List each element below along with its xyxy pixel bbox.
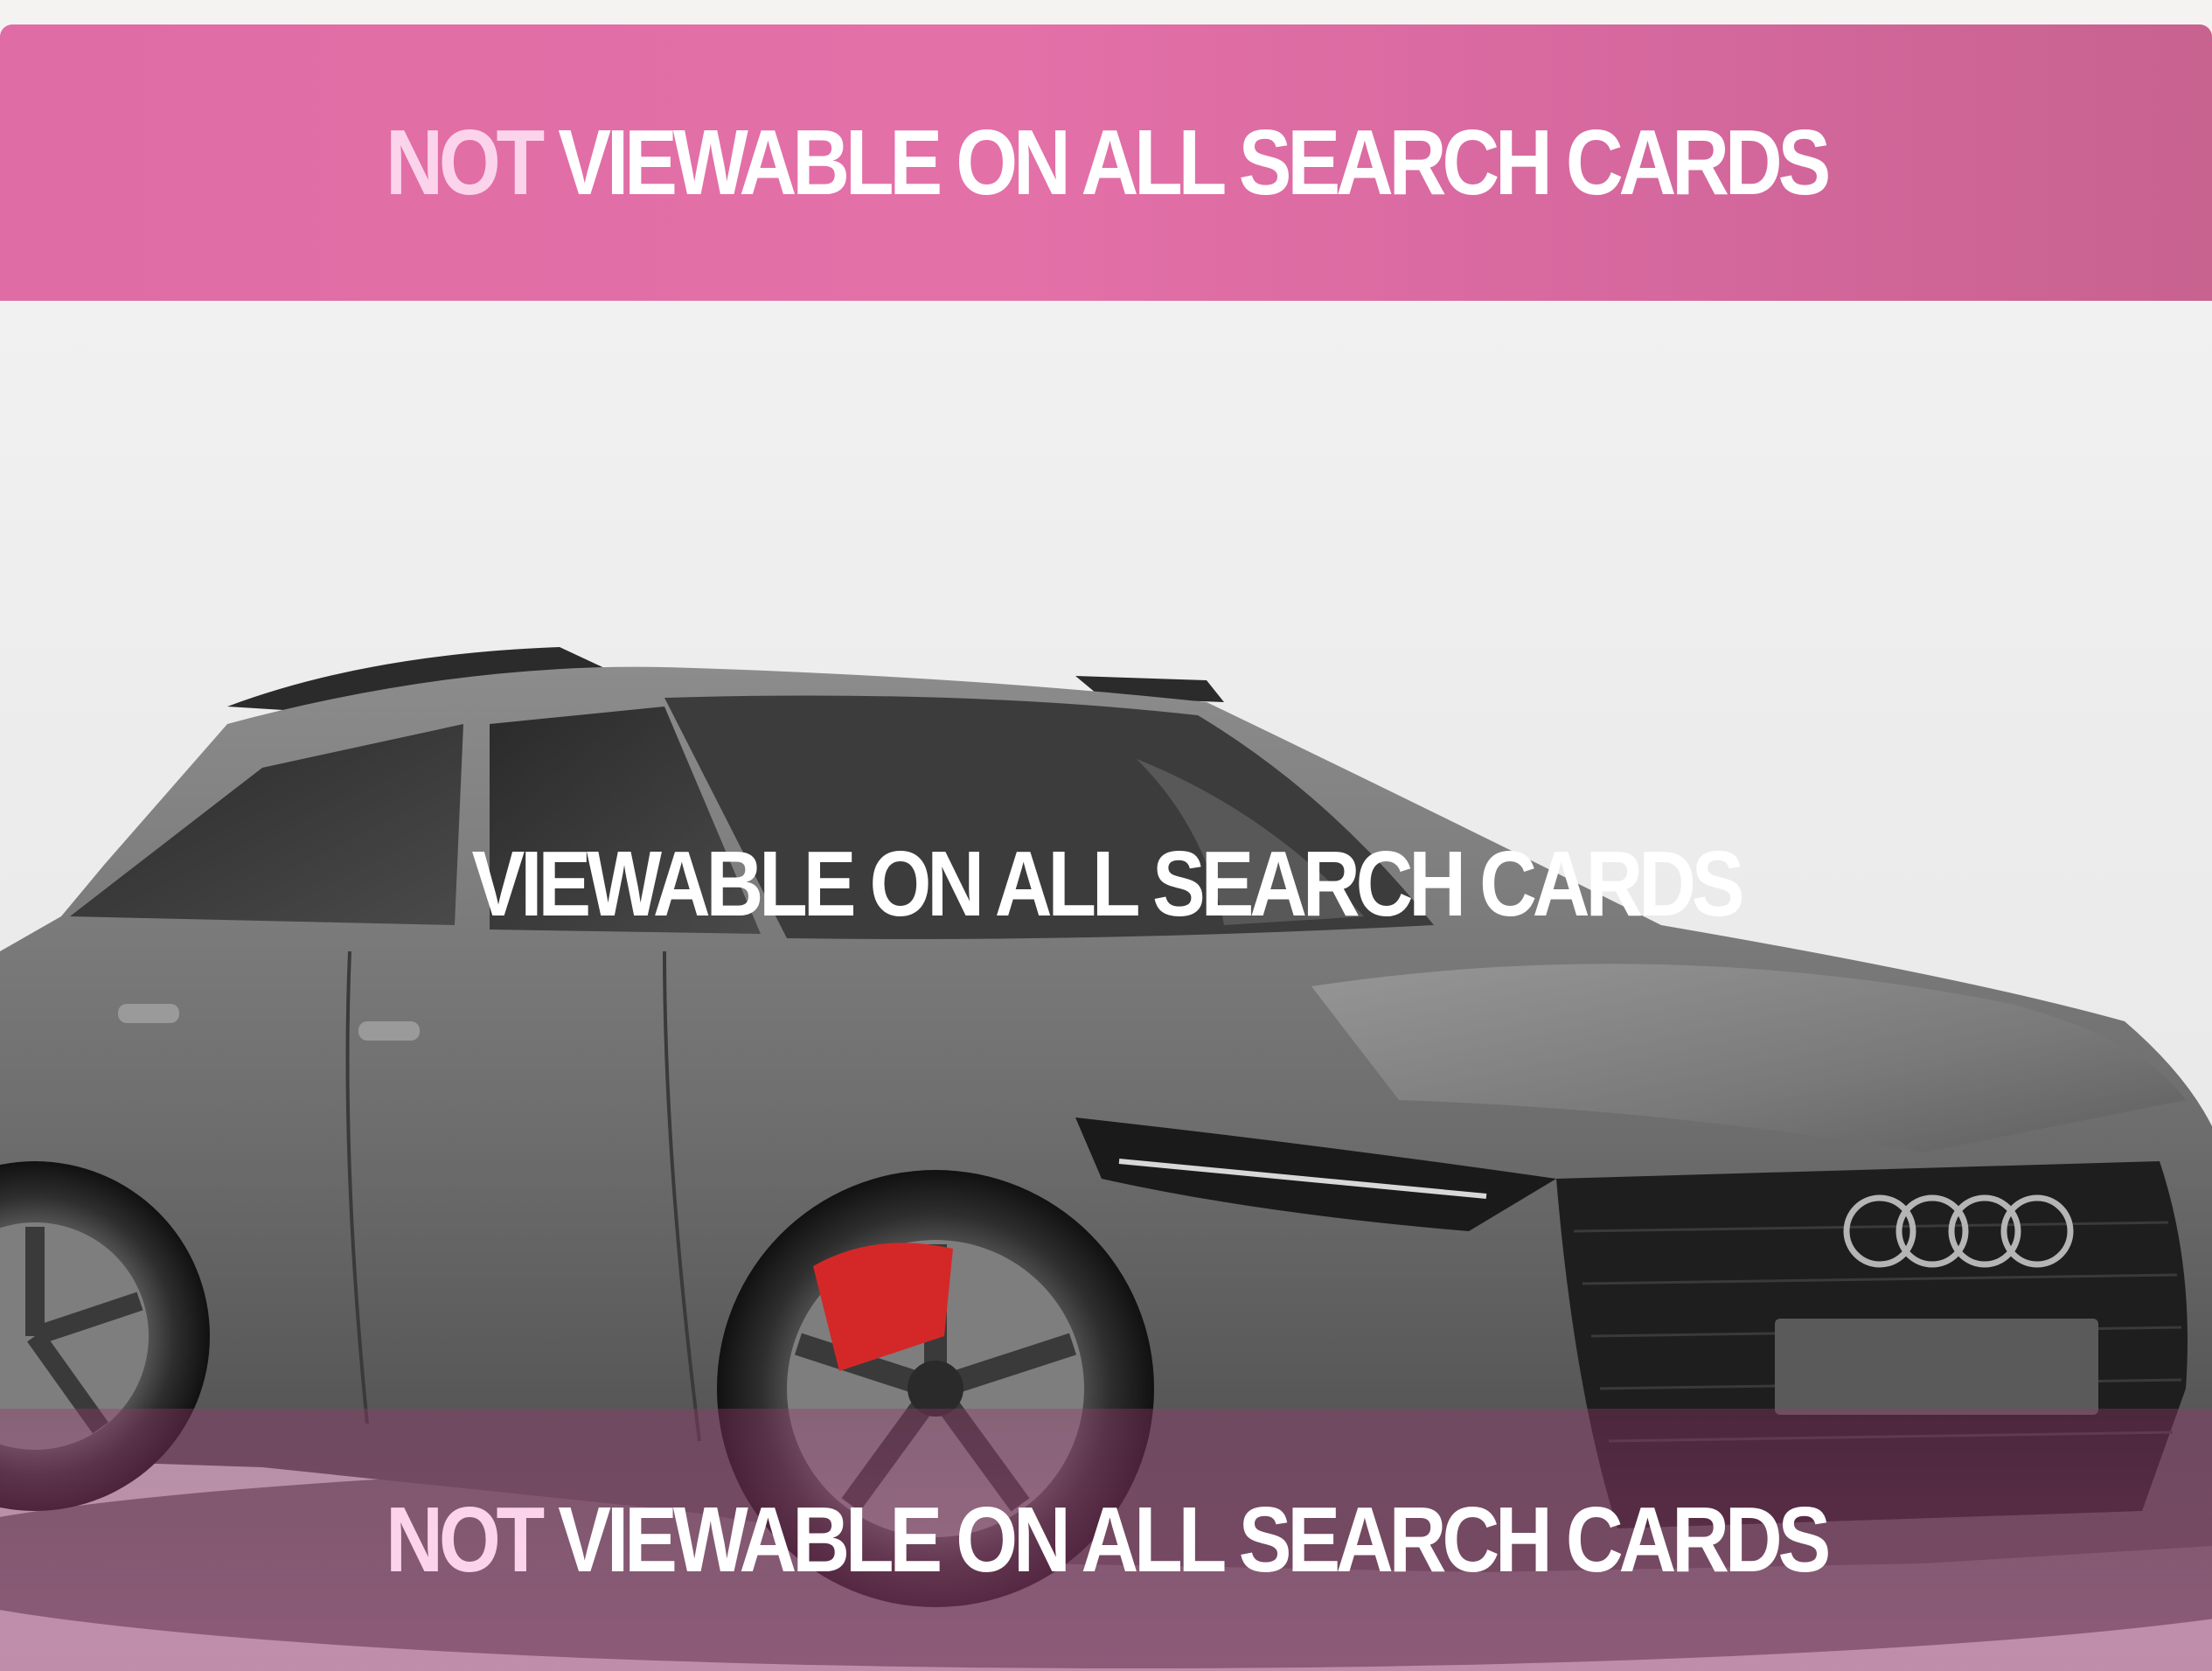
middle-overlay: VIEWABLE ON ALL SEARCH CARDS (0, 838, 2212, 930)
middle-overlay-text: VIEWABLE ON ALL SEARCH CARDS (471, 832, 1745, 936)
bottom-banner-accent-word: NOT (385, 1488, 545, 1591)
top-banner-accent-word: NOT (385, 111, 545, 214)
top-banner-text: VIEWABLE ON ALL SEARCH CARDS (558, 111, 1831, 214)
top-banner-caption: NOT VIEWABLE ON ALL SEARCH CARDS (386, 116, 1831, 209)
listing-image-frame: NOT VIEWABLE ON ALL SEARCH CARDS VIEWABL… (0, 24, 2212, 1671)
bottom-banner-caption: NOT VIEWABLE ON ALL SEARCH CARDS (386, 1493, 1831, 1586)
bottom-banner-text: VIEWABLE ON ALL SEARCH CARDS (558, 1488, 1831, 1591)
bottom-banner: NOT VIEWABLE ON ALL SEARCH CARDS (0, 1409, 2212, 1671)
top-banner: NOT VIEWABLE ON ALL SEARCH CARDS (0, 24, 2212, 301)
